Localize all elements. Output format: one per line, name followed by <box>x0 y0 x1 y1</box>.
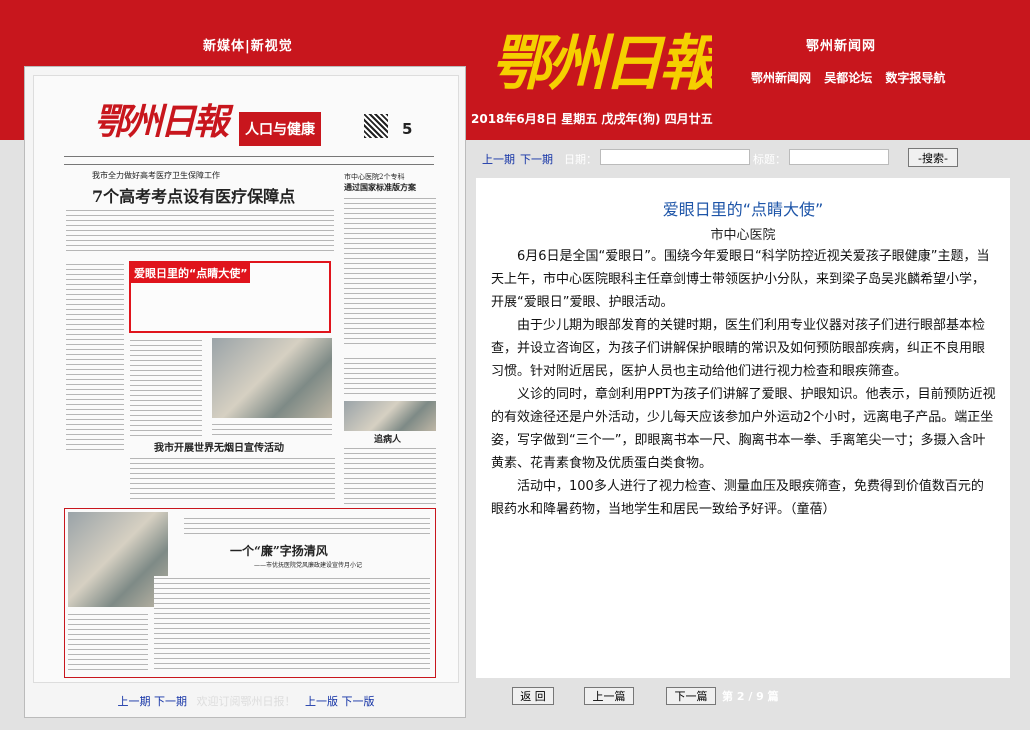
newspaper-page-number: 5 <box>402 120 413 138</box>
np-text-block <box>66 262 124 452</box>
link-digital-nav[interactable]: 数字报导航 <box>885 71 945 85</box>
np-bottom-subhead: ——市优抚医院党风廉政建设宣传月小记 <box>254 562 363 569</box>
np-text-block <box>68 612 148 672</box>
divider <box>64 156 434 157</box>
header-date: 2018年6月8日 星期五 戊戌年(狗) 四月廿五 <box>471 112 713 126</box>
np-photo <box>212 338 332 418</box>
article-panel: 爱眼日里的“点睛大使” 市中心医院 6月6日是全国“爱眼日”。围绕今年爱眼日“科… <box>476 178 1010 678</box>
np-welcome-text: 欢迎订阅鄂州日报！ <box>196 695 296 708</box>
np-text-block <box>130 456 335 501</box>
article-paragraph: 义诊的同时，章剑利用PPT为孩子们讲解了爱眼、护眼知识。他表示，目前预防近视的有… <box>491 387 996 471</box>
np-right-small: 追病人 <box>374 435 402 445</box>
article-paragraph: 由于少儿期为眼部发育的关键时期，医生们利用专业仪器对孩子们进行眼部基本检查，并设… <box>491 318 986 379</box>
header-links: 鄂州新闻网 吴都论坛 数字报导航 <box>751 69 954 86</box>
article-paragraph: 6月6日是全国“爱眼日”。围绕今年爱眼日“科学防控近视关爱孩子眼健康”主题，当天… <box>491 249 990 310</box>
article-title: 爱眼日里的“点睛大使” <box>662 200 824 219</box>
back-button[interactable]: 返 回 <box>512 687 554 705</box>
np-prev-page-link[interactable]: 上一版 <box>305 695 338 708</box>
title-label: 标题： <box>753 153 786 166</box>
header-left-title: 新媒体|新视觉 <box>203 39 293 54</box>
np-bottom-headline: 一个“廉”字扬清风 <box>230 544 328 558</box>
link-wudu-forum[interactable]: 吴都论坛 <box>824 71 872 85</box>
np-photo <box>344 401 436 431</box>
article-paragraph: 活动中，100多人进行了视力检查、测量血压及眼疾筛查，免费得到价值数百元的眼药水… <box>491 479 984 517</box>
article-nav-bar: 返 回 上一篇 下一篇 第 2 / 9 篇 <box>490 678 990 710</box>
np-next-issue-link[interactable]: 下一期 <box>154 695 187 708</box>
np-text-block <box>344 446 436 506</box>
np-text-block <box>184 516 430 538</box>
np-text-block <box>344 356 436 396</box>
np-text-block <box>212 422 332 436</box>
newspaper-page-panel: 鄂州日報 人口与健康 5 我市全力做好高考医疗卫生保障工作 7个高考考点设有医疗… <box>24 66 466 718</box>
newspaper-logo: 鄂州日報 <box>94 101 234 142</box>
svg-text:鄂州日報: 鄂州日報 <box>491 29 712 99</box>
np-headline-sub: 我市全力做好高考医疗卫生保障工作 <box>92 171 220 180</box>
next-issue-link[interactable]: 下一期 <box>520 151 553 167</box>
np-right-headline-top: 市中心医院2个专科 <box>344 173 405 181</box>
article-page-indicator: 第 2 / 9 篇 <box>722 690 779 703</box>
np-headline-main: 7个高考考点设有医疗保障点 <box>92 187 296 206</box>
search-bar: 上一期 下一期 日期： 标题： -搜索- <box>466 141 1030 175</box>
article-hotspot[interactable]: 爱眼日里的“点睛大使” <box>129 261 331 333</box>
newspaper-nav: 上一期 下一期 欢迎订阅鄂州日报！ 上一版 下一版 <box>25 693 467 709</box>
np-text-block <box>130 338 202 436</box>
qr-code-icon <box>364 114 388 138</box>
np-prev-issue-link[interactable]: 上一期 <box>118 695 151 708</box>
np-text-block <box>154 576 430 672</box>
next-article-button[interactable]: 下一篇 <box>666 687 716 705</box>
prev-article-button[interactable]: 上一篇 <box>584 687 634 705</box>
header-right-title: 鄂州新闻网 <box>806 39 877 54</box>
np-text-block <box>344 196 436 346</box>
svg-text:鄂州日報: 鄂州日報 <box>94 101 234 142</box>
divider <box>64 164 434 165</box>
date-label: 日期： <box>564 153 597 166</box>
prev-issue-link[interactable]: 上一期 <box>482 151 515 167</box>
np-middle-headline: 我市开展世界无烟日宣传活动 <box>154 443 284 454</box>
np-right-headline-sub: 通过国家标准版方案 <box>344 182 416 192</box>
newspaper-section-name: 人口与健康 <box>239 112 321 146</box>
site-logo: 鄂州日報 <box>491 29 712 99</box>
np-text-block <box>66 208 334 254</box>
np-next-page-link[interactable]: 下一版 <box>342 695 375 708</box>
date-input[interactable] <box>600 149 750 165</box>
np-photo <box>68 512 168 607</box>
hotspot-label: 爱眼日里的“点睛大使” <box>131 263 251 283</box>
link-ezhou-news[interactable]: 鄂州新闻网 <box>751 71 811 85</box>
search-button[interactable]: -搜索- <box>908 148 958 167</box>
title-input[interactable] <box>789 149 889 165</box>
newspaper-page-image: 鄂州日報 人口与健康 5 我市全力做好高考医疗卫生保障工作 7个高考考点设有医疗… <box>33 75 459 683</box>
article-body: 6月6日是全国“爱眼日”。围绕今年爱眼日“科学防控近视关爱孩子眼健康”主题，当天… <box>491 245 996 521</box>
article-author: 市中心医院 <box>710 228 776 243</box>
